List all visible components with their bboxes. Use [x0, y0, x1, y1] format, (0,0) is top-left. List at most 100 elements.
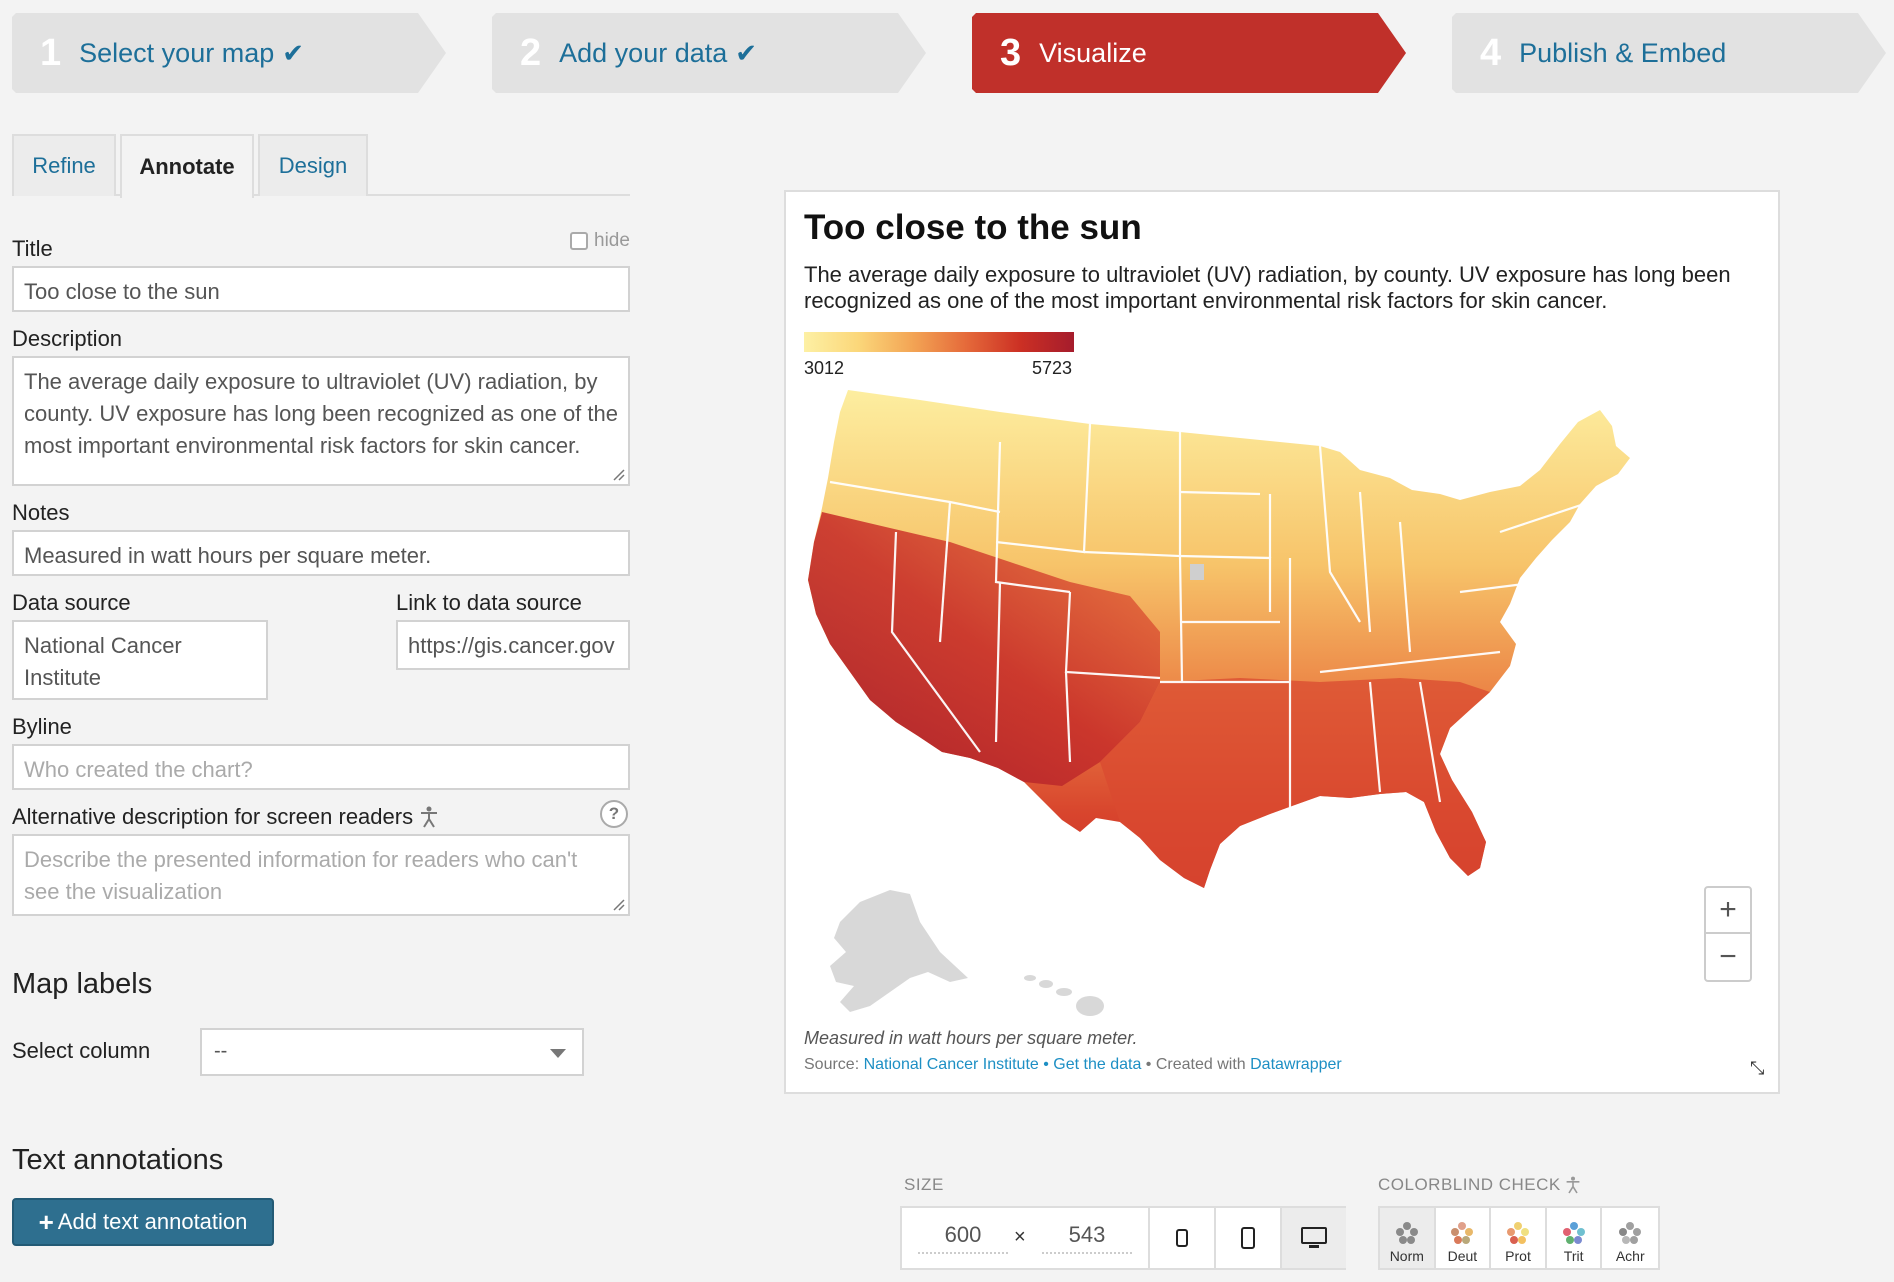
colorblind-prot-button[interactable]: Prot	[1491, 1208, 1547, 1268]
chart-description: The average daily exposure to ultraviole…	[804, 262, 1731, 313]
notes-label: Notes	[12, 500, 70, 525]
step-label: Add your data	[559, 37, 728, 68]
colorblind-achr-button[interactable]: Achr	[1602, 1208, 1658, 1268]
legend-min: 3012	[804, 358, 845, 378]
select-column-label: Select column	[12, 1038, 151, 1063]
created-with-text: • Created with	[1141, 1056, 1251, 1073]
size-controls: 600 × 543	[900, 1206, 1346, 1270]
phone-icon	[1241, 1227, 1255, 1249]
datawrapper-link[interactable]: Datawrapper	[1250, 1056, 1342, 1073]
size-label: SIZE	[904, 1175, 944, 1194]
width-input[interactable]: 600	[918, 1220, 1008, 1254]
colorblind-norm-button[interactable]: Norm	[1380, 1208, 1436, 1268]
times-icon: ×	[1014, 1226, 1026, 1248]
description-text: The average daily exposure to ultraviole…	[24, 369, 618, 458]
device-mobile-button[interactable]	[1214, 1208, 1280, 1268]
link-input[interactable]: https://gis.cancer.gov	[396, 620, 630, 670]
chart-preview: Too close to the sun The average daily e…	[784, 190, 1780, 1094]
get-data-link[interactable]: Get the data	[1053, 1056, 1141, 1073]
source-prefix: Source:	[804, 1056, 864, 1073]
colorblind-deut-button[interactable]: Deut	[1436, 1208, 1492, 1268]
notes-input[interactable]: Measured in watt hours per square meter.	[12, 530, 630, 576]
chart-footer: Source: National Cancer Institute • Get …	[804, 1056, 1342, 1074]
tab-design[interactable]: Design	[258, 134, 368, 196]
expand-icon[interactable]: ⤡	[1750, 1058, 1764, 1079]
step-visualize[interactable]: 3 Visualize	[972, 13, 1406, 93]
title-label: Title	[12, 236, 53, 261]
height-input[interactable]: 543	[1042, 1220, 1132, 1254]
step-number: 4	[1480, 31, 1502, 74]
resize-handle-icon[interactable]	[611, 467, 625, 481]
dots-deut-icon	[1451, 1222, 1474, 1244]
colorblind-check-text: COLORBLIND CHECK	[1378, 1175, 1561, 1194]
colorblind-norm-label: Norm	[1389, 1248, 1424, 1264]
description-textarea[interactable]: The average daily exposure to ultraviole…	[12, 356, 630, 486]
alt-description-label: Alternative description for screen reade…	[12, 804, 439, 830]
device-desktop-button[interactable]	[1280, 1208, 1346, 1268]
step-number: 3	[1000, 31, 1022, 74]
source-label: Data source	[12, 590, 131, 615]
zoom-in-button[interactable]: +	[1706, 888, 1750, 934]
tab-refine[interactable]: Refine	[12, 134, 116, 196]
legend-max: 5723	[1032, 358, 1073, 378]
hide-checkbox[interactable]	[570, 232, 588, 250]
source-link[interactable]: National Cancer Institute	[864, 1056, 1039, 1073]
us-county-map[interactable]	[800, 382, 1760, 1022]
accessibility-icon	[1566, 1176, 1580, 1194]
alt-description-placeholder: Describe the presented information for r…	[24, 847, 578, 904]
phone-small-icon	[1176, 1229, 1188, 1247]
zoom-controls: + −	[1704, 886, 1752, 982]
alt-description-textarea[interactable]: Describe the presented information for r…	[12, 834, 630, 916]
resize-handle-icon[interactable]	[611, 897, 625, 911]
colorblind-modes: Norm Deut Prot Trit Achr	[1378, 1206, 1660, 1270]
step-label: Visualize	[1039, 37, 1147, 68]
separator: •	[1038, 1056, 1054, 1073]
accessibility-icon	[421, 806, 438, 828]
tab-annotate[interactable]: Annotate	[120, 134, 254, 198]
source-input[interactable]: National Cancer Institute	[12, 620, 268, 700]
chart-notes: Measured in watt hours per square meter.	[804, 1028, 1138, 1048]
hide-label: hide	[594, 230, 630, 251]
dots-achr-icon	[1619, 1222, 1642, 1244]
title-input[interactable]: Too close to the sun	[12, 266, 630, 312]
step-label: Select your map	[79, 37, 275, 68]
byline-input[interactable]: Who created the chart?	[12, 744, 630, 790]
colorblind-achr-label: Achr	[1615, 1248, 1645, 1264]
step-number: 2	[520, 31, 542, 74]
step-select-map[interactable]: 1 Select your map ✔	[12, 13, 446, 93]
link-label: Link to data source	[396, 590, 582, 615]
dots-gray-icon	[1395, 1222, 1418, 1244]
byline-label: Byline	[12, 714, 72, 739]
hawaii-shape	[1024, 975, 1104, 1016]
text-annotations-heading: Text annotations	[12, 1144, 224, 1176]
description-label: Description	[12, 326, 123, 351]
add-text-annotation-button[interactable]: + Add text annotation	[12, 1198, 274, 1246]
zoom-out-button[interactable]: −	[1706, 934, 1750, 980]
step-number: 1	[40, 31, 62, 74]
column-select[interactable]: --	[200, 1028, 584, 1076]
dots-trit-icon	[1562, 1222, 1585, 1244]
step-navigation: 1 Select your map ✔ 2 Add your data ✔ 3 …	[0, 0, 1894, 110]
colorblind-trit-button[interactable]: Trit	[1547, 1208, 1603, 1268]
checkmark-icon: ✔	[282, 37, 305, 68]
plus-icon: +	[38, 1206, 54, 1237]
colorblind-trit-label: Trit	[1563, 1248, 1584, 1264]
map-labels-heading: Map labels	[12, 968, 153, 1000]
caret-down-icon	[550, 1049, 566, 1058]
colorblind-prot-label: Prot	[1505, 1248, 1531, 1264]
no-data-county	[1190, 564, 1204, 580]
add-text-annotation-label: Add text annotation	[57, 1209, 248, 1234]
hide-title-toggle[interactable]: hide	[570, 230, 630, 252]
alt-description-text: Alternative description for screen reade…	[12, 804, 414, 829]
device-mobile-small-button[interactable]	[1148, 1208, 1214, 1268]
alaska-shape	[830, 890, 968, 1012]
colorblind-check-label: COLORBLIND CHECK	[1378, 1175, 1581, 1195]
step-add-data[interactable]: 2 Add your data ✔	[492, 13, 926, 93]
dots-prot-icon	[1507, 1222, 1530, 1244]
chart-title: Too close to the sun	[804, 208, 1142, 247]
sidebar-tabs: Refine Annotate Design	[12, 134, 630, 198]
step-label: Publish & Embed	[1519, 37, 1727, 68]
step-publish[interactable]: 4 Publish & Embed	[1452, 13, 1886, 93]
help-icon[interactable]: ?	[600, 800, 628, 828]
checkmark-icon: ✔	[735, 37, 758, 68]
